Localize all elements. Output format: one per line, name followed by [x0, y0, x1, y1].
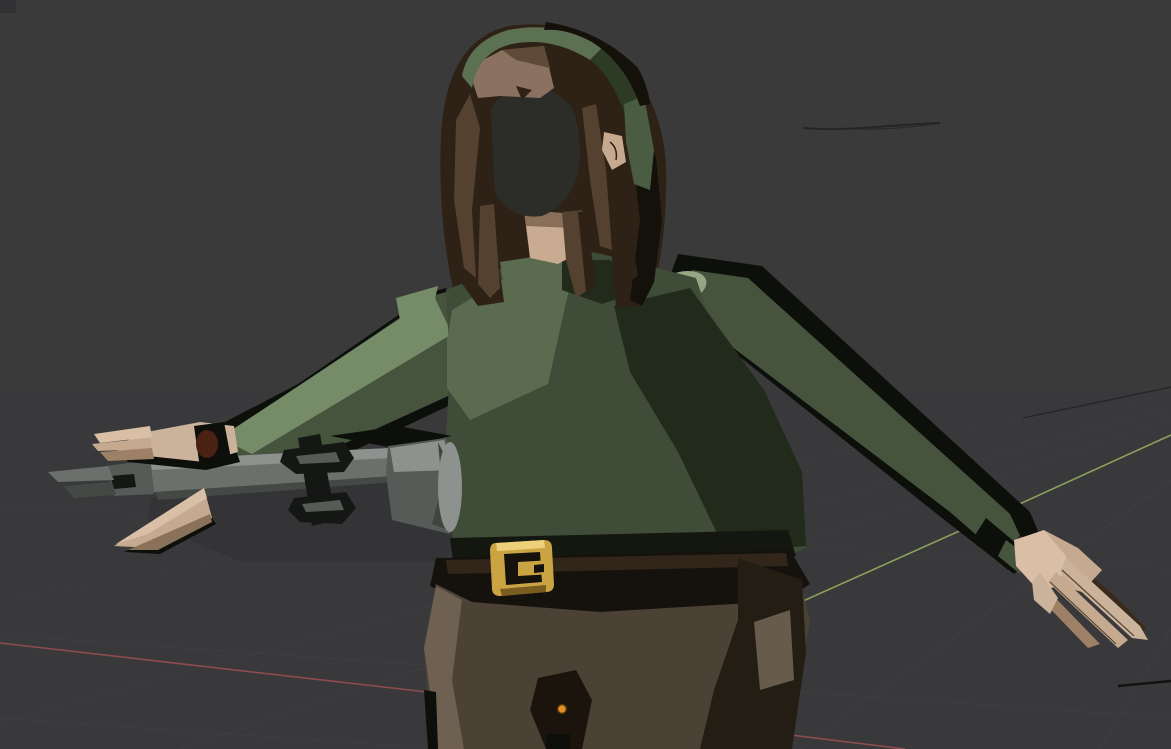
3d-viewport[interactable]	[0, 0, 1171, 749]
3d-viewport-canvas[interactable]	[0, 0, 1171, 749]
rifle-stock-cap	[438, 442, 462, 532]
editor-corner-patch	[0, 0, 16, 13]
origin-marker[interactable]	[558, 705, 567, 714]
between-legs-gap	[546, 734, 570, 749]
belt-buckle-notch	[534, 564, 544, 573]
pants-rightleg-patch	[754, 610, 794, 690]
left-cuff-opening	[196, 430, 218, 458]
face	[486, 88, 580, 216]
rifle-fork-notch	[110, 474, 136, 489]
